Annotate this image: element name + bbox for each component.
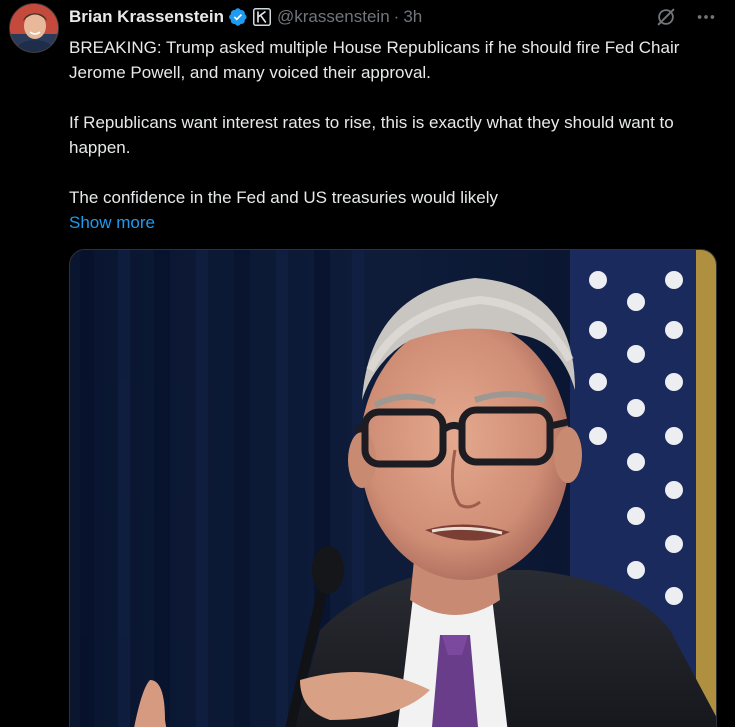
post-paragraph: If Republicans want interest rates to ri…: [69, 113, 674, 157]
post-paragraph: The confidence in the Fed and US treasur…: [69, 188, 499, 207]
tweet[interactable]: Brian Krassenstein @krassenstein · 3h BR…: [0, 0, 735, 727]
k-affiliation-icon[interactable]: [252, 8, 271, 26]
separator-dot: ·: [393, 7, 400, 26]
verified-badge-icon[interactable]: [228, 7, 248, 27]
grok-icon[interactable]: [655, 6, 677, 28]
photo-man-with-microphone: [70, 250, 716, 727]
post-header: Brian Krassenstein @krassenstein · 3h: [69, 6, 422, 28]
post-timestamp[interactable]: 3h: [403, 7, 422, 27]
post-text: BREAKING: Trump asked multiple House Rep…: [69, 35, 709, 235]
avatar-photo: [10, 4, 58, 52]
post-media[interactable]: [69, 249, 717, 727]
more-options-icon[interactable]: [695, 6, 717, 28]
show-more-link[interactable]: Show more: [69, 210, 709, 235]
author-name[interactable]: Brian Krassenstein: [69, 7, 224, 27]
post-actions: [655, 6, 717, 28]
post-paragraph: BREAKING: Trump asked multiple House Rep…: [69, 38, 680, 82]
avatar[interactable]: [9, 3, 59, 53]
author-handle[interactable]: @krassenstein: [277, 7, 390, 27]
